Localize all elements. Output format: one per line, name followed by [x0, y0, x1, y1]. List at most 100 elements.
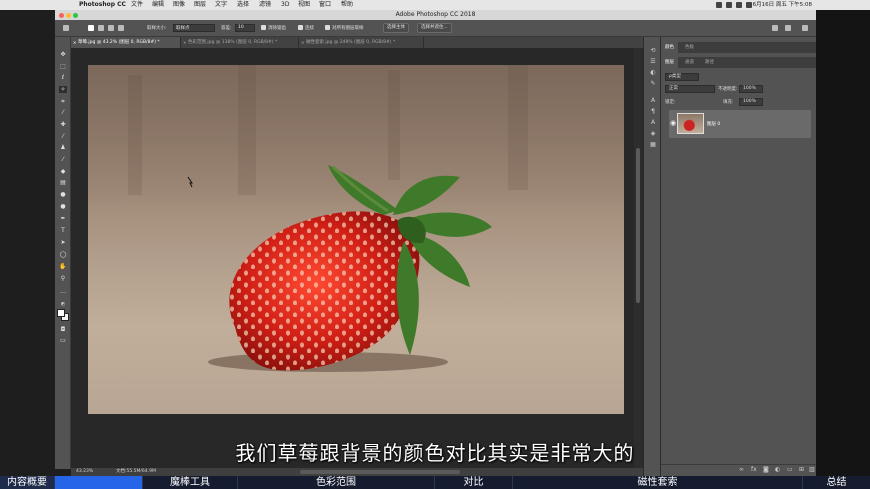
workspace-icon[interactable]: [785, 25, 791, 31]
search-icon[interactable]: [772, 25, 778, 31]
new-group-icon[interactable]: ▭: [787, 466, 793, 473]
chapter-magnetic-lasso[interactable]: 磁性套索: [513, 476, 803, 489]
brush-tool-icon[interactable]: ⁄: [59, 133, 67, 140]
strawberry-photo[interactable]: [88, 65, 624, 414]
more-tools-icon[interactable]: …: [59, 288, 67, 295]
layer-name[interactable]: 图层 0: [707, 121, 720, 127]
properties-icon[interactable]: ☰: [649, 58, 657, 66]
zoom-tool-icon[interactable]: ⚲: [59, 275, 67, 282]
default-colors-icon[interactable]: ◩: [59, 300, 67, 307]
select-and-mask-button[interactable]: 选择并遮住...: [417, 23, 452, 33]
close-tab-icon[interactable]: ✕: [73, 37, 76, 48]
tab-channels[interactable]: 通道: [681, 57, 698, 68]
zoom-window-icon[interactable]: [73, 12, 78, 18]
close-window-icon[interactable]: [59, 12, 64, 18]
menu-layer[interactable]: 图层: [194, 0, 206, 10]
foreground-color-swatch[interactable]: [57, 309, 65, 317]
lasso-tool-icon[interactable]: ℓ: [59, 74, 67, 81]
quick-mask-icon[interactable]: ◘: [59, 326, 67, 333]
layer-row[interactable]: ◉ 图层 0: [669, 110, 811, 138]
volume-icon[interactable]: [746, 2, 752, 8]
tab-layers[interactable]: 图层: [661, 57, 678, 68]
chapter-overview[interactable]: 内容概要: [0, 476, 55, 489]
brushes-icon[interactable]: ✎: [649, 80, 657, 88]
blur-tool-icon[interactable]: ●: [59, 191, 67, 198]
menu-view[interactable]: 视图: [298, 0, 310, 10]
tab-color-range[interactable]: ✕ 色彩范围.jpg @ 138% (图层 0, RGB/8#) *: [181, 37, 299, 48]
adjustment-layer-icon[interactable]: ◐: [775, 466, 780, 473]
move-tool-icon[interactable]: ✥: [59, 51, 67, 58]
close-tab-icon[interactable]: ✕: [183, 37, 186, 48]
close-tab-icon[interactable]: ✕: [301, 37, 304, 48]
select-subject-button[interactable]: 选择主体: [383, 23, 409, 33]
layer-mask-icon[interactable]: ◙: [763, 466, 769, 473]
layer-style-icon[interactable]: fx: [751, 466, 757, 473]
eraser-tool-icon[interactable]: ◆: [59, 168, 67, 175]
new-selection-icon[interactable]: [88, 25, 94, 31]
new-layer-icon[interactable]: ⊞: [799, 466, 804, 473]
marquee-tool-icon[interactable]: ⬚: [59, 63, 67, 70]
link-layers-icon[interactable]: ∞: [739, 466, 744, 473]
pen-tool-icon[interactable]: ✒: [59, 215, 67, 222]
menu-filter[interactable]: 滤镜: [259, 0, 271, 10]
sample-size-select[interactable]: 取样点: [173, 24, 215, 32]
subtract-selection-icon[interactable]: [108, 25, 114, 31]
menu-image[interactable]: 图像: [173, 0, 185, 10]
type-tool-icon[interactable]: T: [59, 227, 67, 234]
sample-all-layers-checkbox[interactable]: [325, 25, 330, 30]
visibility-eye-icon[interactable]: ◉: [670, 119, 676, 127]
history-icon[interactable]: ⟲: [649, 47, 657, 55]
tab-color[interactable]: 颜色: [661, 42, 678, 53]
blend-mode-select[interactable]: 正常: [665, 85, 715, 93]
share-icon[interactable]: [802, 25, 808, 31]
wifi-icon[interactable]: [736, 2, 742, 8]
menu-type[interactable]: 文字: [215, 0, 227, 10]
path-selection-tool-icon[interactable]: ➤: [59, 239, 67, 246]
ellipse-tool-icon[interactable]: ◯: [59, 251, 67, 258]
clone-stamp-tool-icon[interactable]: ♟: [59, 144, 67, 151]
history-brush-tool-icon[interactable]: ⁄: [59, 156, 67, 163]
hand-tool-icon[interactable]: ✋: [59, 263, 67, 270]
menu-clock[interactable]: 6月16日 周五 下午5:08: [753, 0, 812, 10]
menu-app-name[interactable]: Photoshop CC: [79, 0, 126, 10]
minimize-window-icon[interactable]: [66, 12, 71, 18]
intersect-selection-icon[interactable]: [118, 25, 124, 31]
tab-paths[interactable]: 路径: [701, 57, 718, 68]
contiguous-checkbox[interactable]: [298, 25, 303, 30]
delete-layer-icon[interactable]: ▥: [809, 466, 815, 473]
magic-wand-preset-icon[interactable]: [63, 25, 69, 31]
character-icon[interactable]: A: [649, 97, 657, 105]
menu-3d[interactable]: 3D: [281, 0, 289, 10]
crop-tool-icon[interactable]: ⌗: [59, 98, 67, 105]
scrollbar-thumb[interactable]: [636, 148, 640, 303]
healing-brush-tool-icon[interactable]: ✚: [59, 121, 67, 128]
vertical-scrollbar[interactable]: [634, 48, 642, 468]
chapter-progress[interactable]: [55, 476, 143, 489]
horizontal-scrollbar[interactable]: [300, 470, 460, 474]
fill-input[interactable]: 100%: [739, 98, 763, 106]
layer-filter-select[interactable]: ρ类型: [665, 73, 699, 81]
paragraph-icon[interactable]: ¶: [649, 108, 657, 116]
gradient-tool-icon[interactable]: ▤: [59, 179, 67, 186]
chapter-summary[interactable]: 总结: [803, 476, 870, 489]
dodge-tool-icon[interactable]: ●: [59, 203, 67, 210]
chapter-magic-wand[interactable]: 魔棒工具: [143, 476, 238, 489]
swatch-grid-icon[interactable]: ▦: [649, 141, 657, 149]
battery-icon[interactable]: [726, 2, 732, 8]
menu-file[interactable]: 文件: [131, 0, 143, 10]
tab-magnetic-lasso[interactable]: ✕ 磁性套索.jpg @ 249% (图层 0, RGB/8#) *: [299, 37, 424, 48]
tab-strawberry[interactable]: ✕ 草莓.jpg @ 43.2% (图层 0, RGB/8#) *: [71, 37, 181, 48]
tolerance-input[interactable]: 10: [235, 24, 255, 32]
zoom-level[interactable]: 43.23%: [76, 468, 93, 476]
chapter-color-range[interactable]: 色彩范围: [238, 476, 435, 489]
screen-mode-icon[interactable]: ▭: [59, 337, 67, 344]
menu-window[interactable]: 窗口: [319, 0, 331, 10]
opacity-input[interactable]: 100%: [739, 85, 763, 93]
chapter-contrast[interactable]: 对比: [435, 476, 513, 489]
tab-swatches[interactable]: 色板: [681, 42, 698, 53]
menu-select[interactable]: 选择: [237, 0, 249, 10]
menu-help[interactable]: 帮助: [341, 0, 353, 10]
magic-wand-tool-icon[interactable]: ✧: [59, 86, 67, 93]
eyedropper-tool-icon[interactable]: ⁄: [59, 109, 67, 116]
glyphs-icon[interactable]: A: [649, 119, 657, 127]
